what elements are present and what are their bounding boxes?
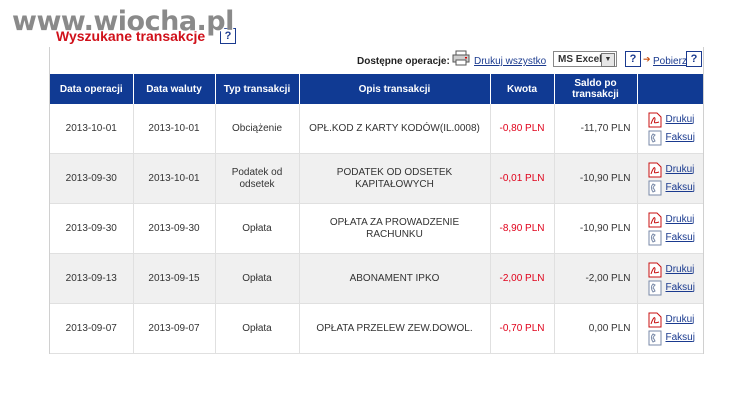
row-actions: Drukuj Faksuj — [637, 153, 703, 204]
transaction-description: OPŁATA ZA PROWADZENIE RACHUNKU — [299, 203, 491, 254]
fax-link[interactable]: Faksuj — [666, 182, 695, 194]
print-link[interactable]: Drukuj — [666, 164, 695, 176]
column-header[interactable]: Typ transakcji — [215, 74, 300, 104]
pdf-icon[interactable] — [648, 262, 662, 278]
transaction-type: Opłata — [215, 303, 300, 354]
fax-action[interactable]: Faksuj — [648, 129, 701, 147]
download-link[interactable]: Pobierz — [653, 56, 687, 67]
operation-date: 2013-09-30 — [50, 153, 134, 204]
transaction-amount: -2,00 PLN — [490, 253, 555, 304]
fax-action[interactable]: Faksuj — [648, 229, 701, 247]
help-button-download[interactable]: ? — [686, 51, 702, 67]
watermark: www.wiocha.pl — [12, 6, 234, 37]
pdf-icon[interactable] — [648, 112, 662, 128]
operation-date: 2013-09-13 — [50, 253, 134, 304]
operations-toolbar: Dostępne operacje: Drukuj wszystko MS Ex… — [50, 47, 703, 74]
pdf-icon[interactable] — [648, 162, 662, 178]
transaction-amount: -0,70 PLN — [490, 303, 555, 354]
fax-link[interactable]: Faksuj — [666, 232, 695, 244]
transaction-amount: -0,80 PLN — [490, 104, 555, 154]
export-format-value: MS Excel — [558, 54, 602, 65]
fax-action[interactable]: Faksuj — [648, 329, 701, 347]
balance-after: -10,90 PLN — [554, 203, 638, 254]
table-row[interactable]: 2013-09-30 2013-10-01 Podatek od odsetek… — [50, 153, 703, 204]
transactions-table: Data operacji Data waluty Typ transakcji… — [50, 74, 703, 354]
transactions-panel: Dostępne operacje: Drukuj wszystko MS Ex… — [49, 47, 704, 354]
print-all-link[interactable]: Drukuj wszystko — [474, 56, 546, 67]
table-row[interactable]: 2013-09-13 2013-09-15 Opłata ABONAMENT I… — [50, 253, 703, 304]
arrow-right-icon: ➔ — [643, 54, 651, 64]
transaction-description: OPŁ.KOD Z KARTY KODÓW(IL.0008) — [299, 104, 491, 154]
row-actions: Drukuj Faksuj — [637, 303, 703, 354]
column-header[interactable]: Kwota — [490, 74, 555, 104]
row-actions: Drukuj Faksuj — [637, 253, 703, 304]
fax-icon[interactable] — [648, 130, 662, 146]
transaction-amount: -8,90 PLN — [490, 203, 555, 254]
fax-icon[interactable] — [648, 230, 662, 246]
balance-after: -2,00 PLN — [554, 253, 638, 304]
fax-action[interactable]: Faksuj — [648, 279, 701, 297]
row-actions: Drukuj Faksuj — [637, 203, 703, 254]
table-row[interactable]: 2013-09-07 2013-09-07 Opłata OPŁATA PRZE… — [50, 303, 703, 354]
operation-date: 2013-09-30 — [50, 203, 134, 254]
printer-icon[interactable] — [452, 50, 470, 66]
help-button-export[interactable]: ? — [625, 51, 641, 67]
transaction-type: Podatek od odsetek — [215, 153, 300, 204]
operation-date: 2013-10-01 — [50, 104, 134, 154]
print-link[interactable]: Drukuj — [666, 114, 695, 126]
value-date: 2013-09-30 — [133, 203, 216, 254]
value-date: 2013-10-01 — [133, 104, 216, 154]
pdf-icon[interactable] — [648, 312, 662, 328]
table-row[interactable]: 2013-09-30 2013-09-30 Opłata OPŁATA ZA P… — [50, 203, 703, 254]
fax-icon[interactable] — [648, 280, 662, 296]
value-date: 2013-10-01 — [133, 153, 216, 204]
fax-link[interactable]: Faksuj — [666, 282, 695, 294]
table-row[interactable]: 2013-10-01 2013-10-01 Obciążenie OPŁ.KOD… — [50, 104, 703, 154]
pdf-icon[interactable] — [648, 212, 662, 228]
balance-after: -10,90 PLN — [554, 153, 638, 204]
print-action[interactable]: Drukuj — [648, 161, 701, 179]
transaction-type: Obciążenie — [215, 104, 300, 154]
chevron-down-icon[interactable]: ▼ — [601, 53, 615, 67]
value-date: 2013-09-15 — [133, 253, 216, 304]
export-format-select[interactable]: MS Excel ▼ — [553, 51, 617, 67]
operation-date: 2013-09-07 — [50, 303, 134, 354]
value-date: 2013-09-07 — [133, 303, 216, 354]
fax-link[interactable]: Faksuj — [666, 132, 695, 144]
transaction-type: Opłata — [215, 253, 300, 304]
transaction-description: ABONAMENT IPKO — [299, 253, 491, 304]
column-header[interactable]: Saldo po transakcji — [554, 74, 638, 104]
print-action[interactable]: Drukuj — [648, 311, 701, 329]
table-header-row: Data operacji Data waluty Typ transakcji… — [50, 74, 703, 104]
available-operations-label: Dostępne operacje: — [357, 56, 450, 67]
print-link[interactable]: Drukuj — [666, 214, 695, 226]
column-header[interactable]: Opis transakcji — [299, 74, 491, 104]
fax-icon[interactable] — [648, 330, 662, 346]
column-header-actions — [637, 74, 703, 104]
balance-after: -11,70 PLN — [554, 104, 638, 154]
transaction-description: PODATEK OD ODSETEK KAPITAŁOWYCH — [299, 153, 491, 204]
fax-icon[interactable] — [648, 180, 662, 196]
transaction-description: OPŁATA PRZELEW ZEW.DOWOL. — [299, 303, 491, 354]
print-action[interactable]: Drukuj — [648, 111, 701, 129]
column-header[interactable]: Data operacji — [50, 74, 134, 104]
transaction-type: Opłata — [215, 203, 300, 254]
print-link[interactable]: Drukuj — [666, 314, 695, 326]
print-action[interactable]: Drukuj — [648, 211, 701, 229]
transaction-amount: -0,01 PLN — [490, 153, 555, 204]
fax-action[interactable]: Faksuj — [648, 179, 701, 197]
row-actions: Drukuj Faksuj — [637, 104, 703, 154]
fax-link[interactable]: Faksuj — [666, 332, 695, 344]
print-action[interactable]: Drukuj — [648, 261, 701, 279]
balance-after: 0,00 PLN — [554, 303, 638, 354]
column-header[interactable]: Data waluty — [133, 74, 216, 104]
print-link[interactable]: Drukuj — [666, 264, 695, 276]
